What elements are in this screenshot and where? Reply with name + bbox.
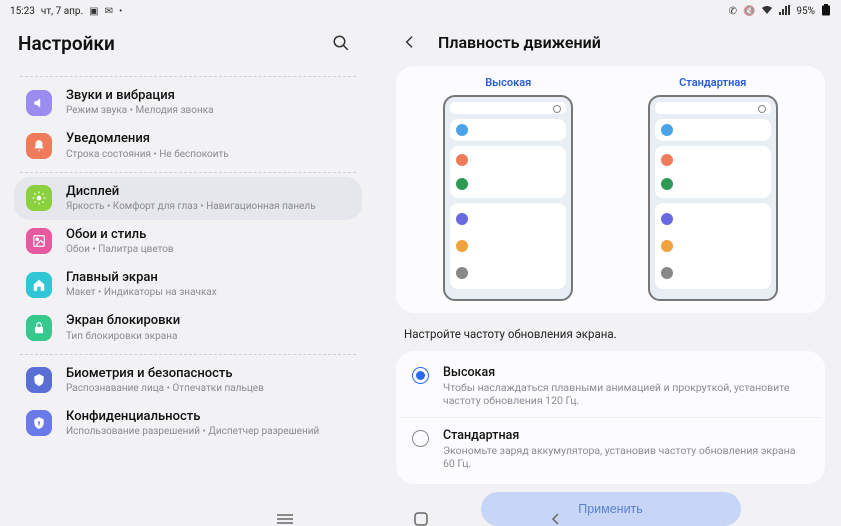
page-title: Настройки: [18, 32, 115, 55]
sidebar-item-display[interactable]: ДисплейЯркость • Комфорт для глаз • Нави…: [14, 177, 362, 220]
sidebar-item-sub: Обои • Палитра цветов: [66, 244, 174, 256]
sidebar-item-sub: Использование разрешений • Диспетчер раз…: [66, 426, 319, 438]
sidebar-item-title: Дисплей: [66, 184, 316, 200]
home-icon: [26, 272, 52, 298]
hint-text: Настройте частоту обновления экрана.: [396, 313, 825, 351]
sidebar-item-title: Конфиденциальность: [66, 409, 319, 425]
option-title: Высокая: [443, 365, 809, 380]
battery-icon: [821, 4, 831, 19]
sidebar-item-title: Звуки и вибрация: [66, 88, 214, 104]
sidebar-item-biometrics[interactable]: Биометрия и безопасностьРаспознавание ли…: [14, 359, 362, 402]
chat-icon: ✉: [105, 6, 113, 17]
signal-icon: [779, 5, 790, 18]
sidebar-item-sub: Распознавание лица • Отпечатки пальцев: [66, 383, 264, 395]
sidebar-item-sub: Режим звука • Мелодия звонка: [66, 105, 214, 117]
android-navbar: [0, 512, 841, 526]
sidebar-item-sub: Макет • Индикаторы на значках: [66, 287, 217, 299]
settings-sidebar: Настройки Звуки и вибрацияРежим звука • …: [0, 22, 376, 512]
nav-recent-button[interactable]: [275, 512, 295, 526]
preview-standard-label: Стандартная: [679, 76, 746, 89]
preview-high[interactable]: Высокая: [443, 76, 573, 301]
option-standard[interactable]: СтандартнаяЭкономьте заряд аккумулятора,…: [400, 417, 821, 480]
options-card: ВысокаяЧтобы наслаждаться плавными анима…: [396, 351, 825, 484]
option-desc: Экономьте заряд аккумулятора, установив …: [443, 444, 809, 470]
wifi-icon: [761, 5, 773, 18]
sidebar-item-privacy[interactable]: КонфиденциальностьИспользование разрешен…: [14, 402, 362, 445]
detail-pane: Плавность движений Высокая Стандартная: [376, 22, 841, 512]
wallpaper-icon: [26, 228, 52, 254]
sidebar-item-title: Главный экран: [66, 270, 217, 286]
status-bar: 15:23 чт, 7 апр. ▣ ✉ • ✆ 🔇 95%: [0, 0, 841, 22]
search-button[interactable]: [326, 28, 356, 58]
sidebar-item-lockscreen[interactable]: Экран блокировки Тип блокировки экрана: [14, 306, 362, 349]
option-desc: Чтобы наслаждаться плавными анимацией и …: [443, 381, 809, 407]
sidebar-item-sub: Строка состояния • Не беспокоить: [66, 149, 229, 161]
sidebar-item-home[interactable]: Главный экранМакет • Индикаторы на значк…: [14, 263, 362, 306]
phone-mock-standard: [648, 95, 778, 301]
gallery-icon: ▣: [89, 6, 98, 17]
biometrics-icon: [26, 367, 52, 393]
lockscreen-icon: [26, 315, 52, 341]
notifications-icon: [26, 133, 52, 159]
detail-title: Плавность движений: [438, 33, 601, 52]
status-time: 15:23: [10, 6, 35, 17]
privacy-icon: [26, 410, 52, 436]
sidebar-item-title: Экран блокировки: [66, 313, 180, 329]
display-icon: [26, 185, 52, 211]
option-high[interactable]: ВысокаяЧтобы наслаждаться плавными анима…: [400, 355, 821, 417]
sounds-icon: [26, 90, 52, 116]
radio-icon: [412, 367, 429, 384]
radio-icon: [412, 430, 429, 447]
sidebar-item-wallpaper[interactable]: Обои и стильОбои • Палитра цветов: [14, 220, 362, 263]
sidebar-item-sub: Тип блокировки экрана: [66, 331, 180, 343]
divider: [20, 76, 356, 77]
divider: [20, 172, 356, 173]
mute-icon: 🔇: [743, 6, 755, 17]
preview-card: Высокая Стандартная: [396, 66, 825, 313]
sidebar-item-sounds[interactable]: Звуки и вибрацияРежим звука • Мелодия зв…: [14, 81, 362, 124]
sidebar-item-title: Обои и стиль: [66, 227, 174, 243]
notification-dot-icon: •: [119, 6, 122, 17]
preview-high-label: Высокая: [485, 76, 531, 89]
battery-text: 95%: [796, 6, 815, 17]
vibrate-icon: ✆: [729, 6, 737, 17]
status-date: чт, 7 апр.: [41, 6, 83, 17]
sidebar-item-notifications[interactable]: Уведомления Строка состояния • Не беспоко…: [14, 124, 362, 167]
option-title: Стандартная: [443, 428, 809, 443]
phone-mock-high: [443, 95, 573, 301]
sidebar-item-title: Уведомления: [66, 131, 229, 147]
divider: [20, 354, 356, 355]
back-button[interactable]: [396, 28, 424, 56]
sidebar-item-sub: Яркость • Комфорт для глаз • Навигационн…: [66, 201, 316, 213]
nav-back-button[interactable]: [546, 512, 566, 526]
sidebar-item-title: Биометрия и безопасность: [66, 366, 264, 382]
nav-home-button[interactable]: [411, 512, 431, 526]
preview-standard[interactable]: Стандартная: [648, 76, 778, 301]
